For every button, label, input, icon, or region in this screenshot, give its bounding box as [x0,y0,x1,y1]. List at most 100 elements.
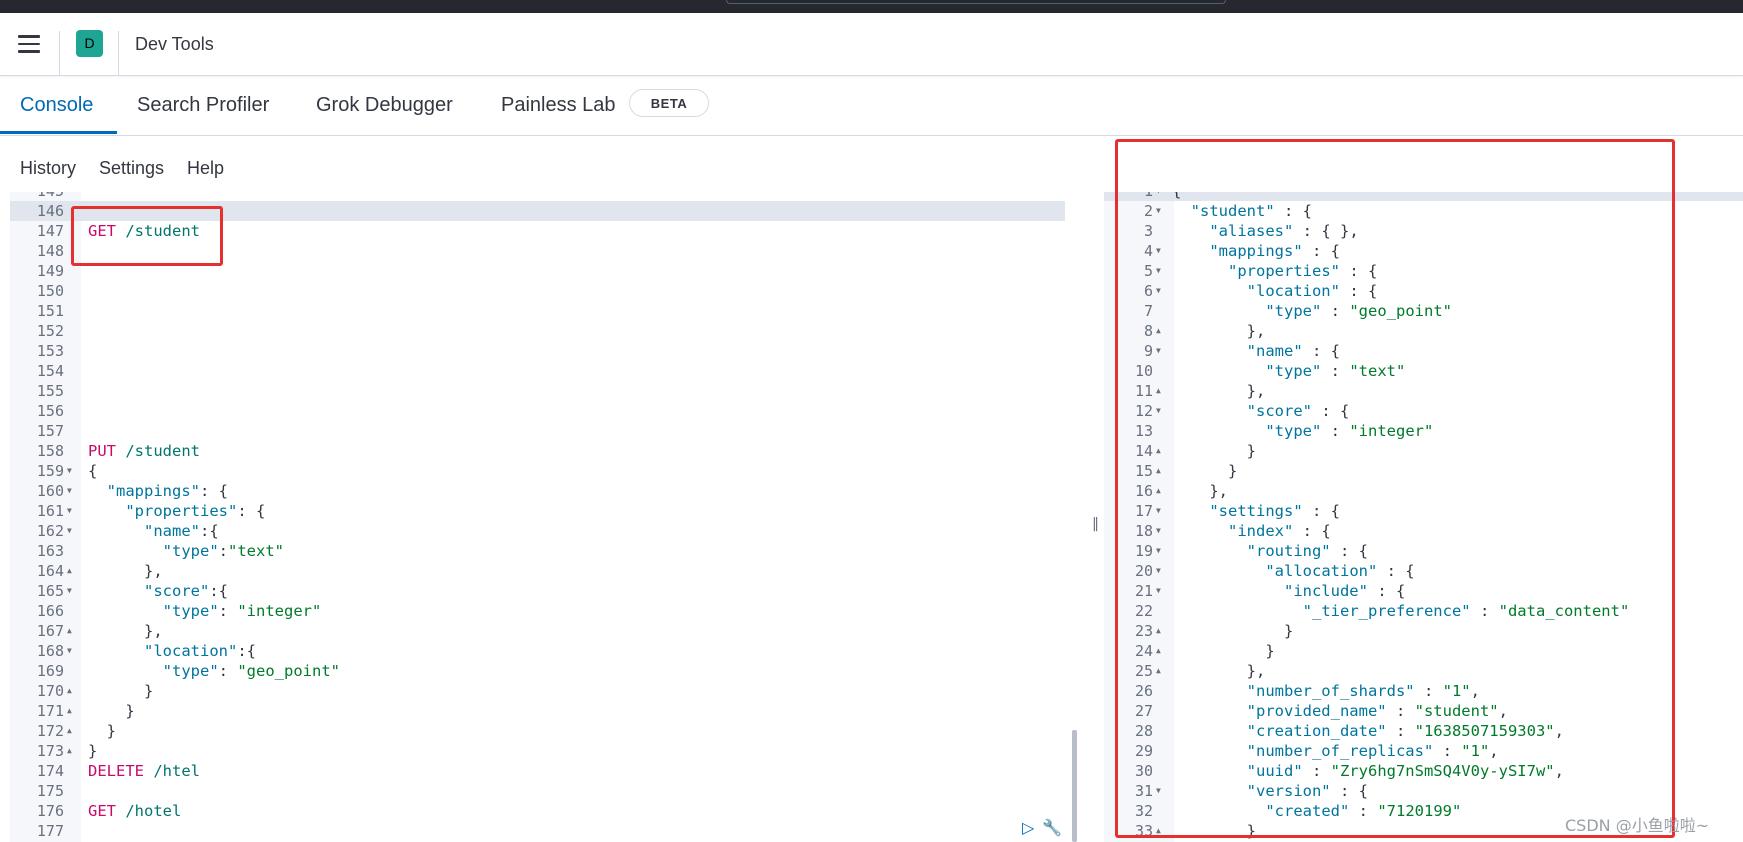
fold-open-icon[interactable]: ▼ [1156,241,1161,261]
code-token: } [1172,442,1256,460]
code-token: "_tier_preference" [1302,602,1471,620]
code-token: "text" [228,542,284,560]
fold-open-icon[interactable]: ▼ [1156,341,1161,361]
fold-open-icon[interactable]: ▼ [1156,401,1161,421]
code-text: "properties": { [88,501,265,521]
code-token: DELETE [88,762,144,780]
code-line: 151 [10,301,1068,321]
history-link[interactable]: History [20,158,76,179]
fold-close-icon[interactable]: ▲ [67,721,72,741]
browser-address-bar[interactable] [726,0,1226,4]
code-line: 3 "aliases" : { }, [1104,221,1743,241]
code-line: 17 ▼ "settings" : { [1104,501,1743,521]
code-text: "type": "integer" [88,601,322,621]
fold-close-icon[interactable]: ▲ [1156,481,1161,501]
code-token: { [1172,192,1181,200]
tab-search-profiler[interactable]: Search Profiler [137,94,269,117]
line-number: 162 [36,522,64,540]
fold-open-icon[interactable]: ▼ [67,521,72,541]
menu-icon[interactable] [18,35,40,53]
page-title: Dev Tools [135,34,214,54]
fold-close-icon[interactable]: ▲ [67,561,72,581]
tab-console[interactable]: Console [20,94,93,117]
code-token: :{ [200,522,219,540]
fold-open-icon[interactable]: ▼ [67,481,72,501]
fold-open-icon[interactable]: ▼ [1156,781,1161,801]
line-number: 26 [1134,682,1153,700]
code-token: } [1172,462,1238,480]
fold-close-icon[interactable]: ▲ [1156,821,1161,841]
help-link[interactable]: Help [187,158,224,179]
line-number: 154 [36,362,64,380]
code-line: 156 [10,401,1068,421]
code-line: 171 ▲ } [10,701,1068,721]
code-line: 176 GET /hotel [10,801,1068,821]
line-number: 1 [1104,192,1153,201]
code-token: }, [1172,322,1266,340]
fold-close-icon[interactable]: ▲ [67,681,72,701]
code-line: 8 ▲ }, [1104,321,1743,341]
fold-close-icon[interactable]: ▲ [1156,441,1161,461]
play-icon[interactable]: ▷ [1022,818,1034,838]
code-token: "properties" [125,502,238,520]
line-number: 151 [36,302,64,320]
fold-close-icon[interactable]: ▲ [67,741,72,761]
fold-open-icon[interactable]: ▼ [1156,501,1161,521]
tab-grok-debugger[interactable]: Grok Debugger [316,94,453,117]
fold-close-icon[interactable]: ▲ [67,701,72,721]
code-text: "type" : "integer" [1172,421,1433,441]
code-text: "student" : { [1172,201,1312,221]
code-token: : { [1339,282,1378,300]
code-line: 145 [10,192,1068,201]
fold-open-icon[interactable]: ▼ [1156,581,1161,601]
fold-close-icon[interactable]: ▲ [1156,641,1161,661]
fold-open-icon[interactable]: ▼ [1156,521,1161,541]
settings-link[interactable]: Settings [99,158,164,179]
fold-close-icon[interactable]: ▲ [1156,321,1161,341]
fold-close-icon[interactable]: ▲ [1156,661,1161,681]
space-avatar[interactable]: D [76,30,103,57]
wrench-icon[interactable]: 🔧 [1042,818,1062,838]
fold-open-icon[interactable]: ▼ [67,461,72,481]
fold-open-icon[interactable]: ▼ [1156,261,1161,281]
code-token: "student" [1414,702,1499,720]
tab-painless-lab[interactable]: Painless Lab [501,94,616,117]
fold-close-icon[interactable]: ▲ [1156,381,1161,401]
fold-open-icon[interactable]: ▼ [67,581,72,601]
response-editor[interactable]: 1▼{2▼ "student" : {3 "aliases" : { },4▼ … [1104,192,1743,842]
fold-open-icon[interactable]: ▼ [1156,281,1161,301]
fold-close-icon[interactable]: ▲ [1156,461,1161,481]
active-line-highlight [1104,192,1743,201]
fold-open-icon[interactable]: ▼ [1156,201,1161,221]
fold-open-icon[interactable]: ▼ [1156,192,1161,201]
code-line: 27 "provided_name" : "student", [1104,701,1743,721]
code-token: "type" [162,602,219,620]
fold-open-icon[interactable]: ▼ [67,641,72,661]
code-line: 16 ▲ }, [1104,481,1743,501]
fold-open-icon[interactable]: ▼ [1156,541,1161,561]
code-text: } [88,741,97,761]
line-number: 19 [1134,542,1153,560]
code-token: : [1321,362,1350,380]
fold-close-icon[interactable]: ▲ [1156,621,1161,641]
resize-handle[interactable]: ‖ [1092,516,1099,532]
editor-scrollbar[interactable] [1072,730,1077,842]
code-line: 169 "type": "geo_point" [10,661,1068,681]
code-text: }, [1172,481,1228,501]
line-number: 177 [36,822,64,840]
code-line: 154 [10,361,1068,381]
fold-open-icon[interactable]: ▼ [1156,561,1161,581]
fold-close-icon[interactable]: ▲ [67,621,72,641]
code-line: 20 ▼ "allocation" : { [1104,561,1743,581]
line-number: 169 [36,662,64,680]
fold-open-icon[interactable]: ▼ [67,501,72,521]
request-editor[interactable]: 145146 147 GET /student 148 149 150 151 152 153 1… [10,192,1068,842]
code-text: "name":{ [88,521,219,541]
code-text: "properties" : { [1172,261,1377,281]
code-token: "allocation" [1265,562,1378,580]
code-text: "score":{ [88,581,228,601]
